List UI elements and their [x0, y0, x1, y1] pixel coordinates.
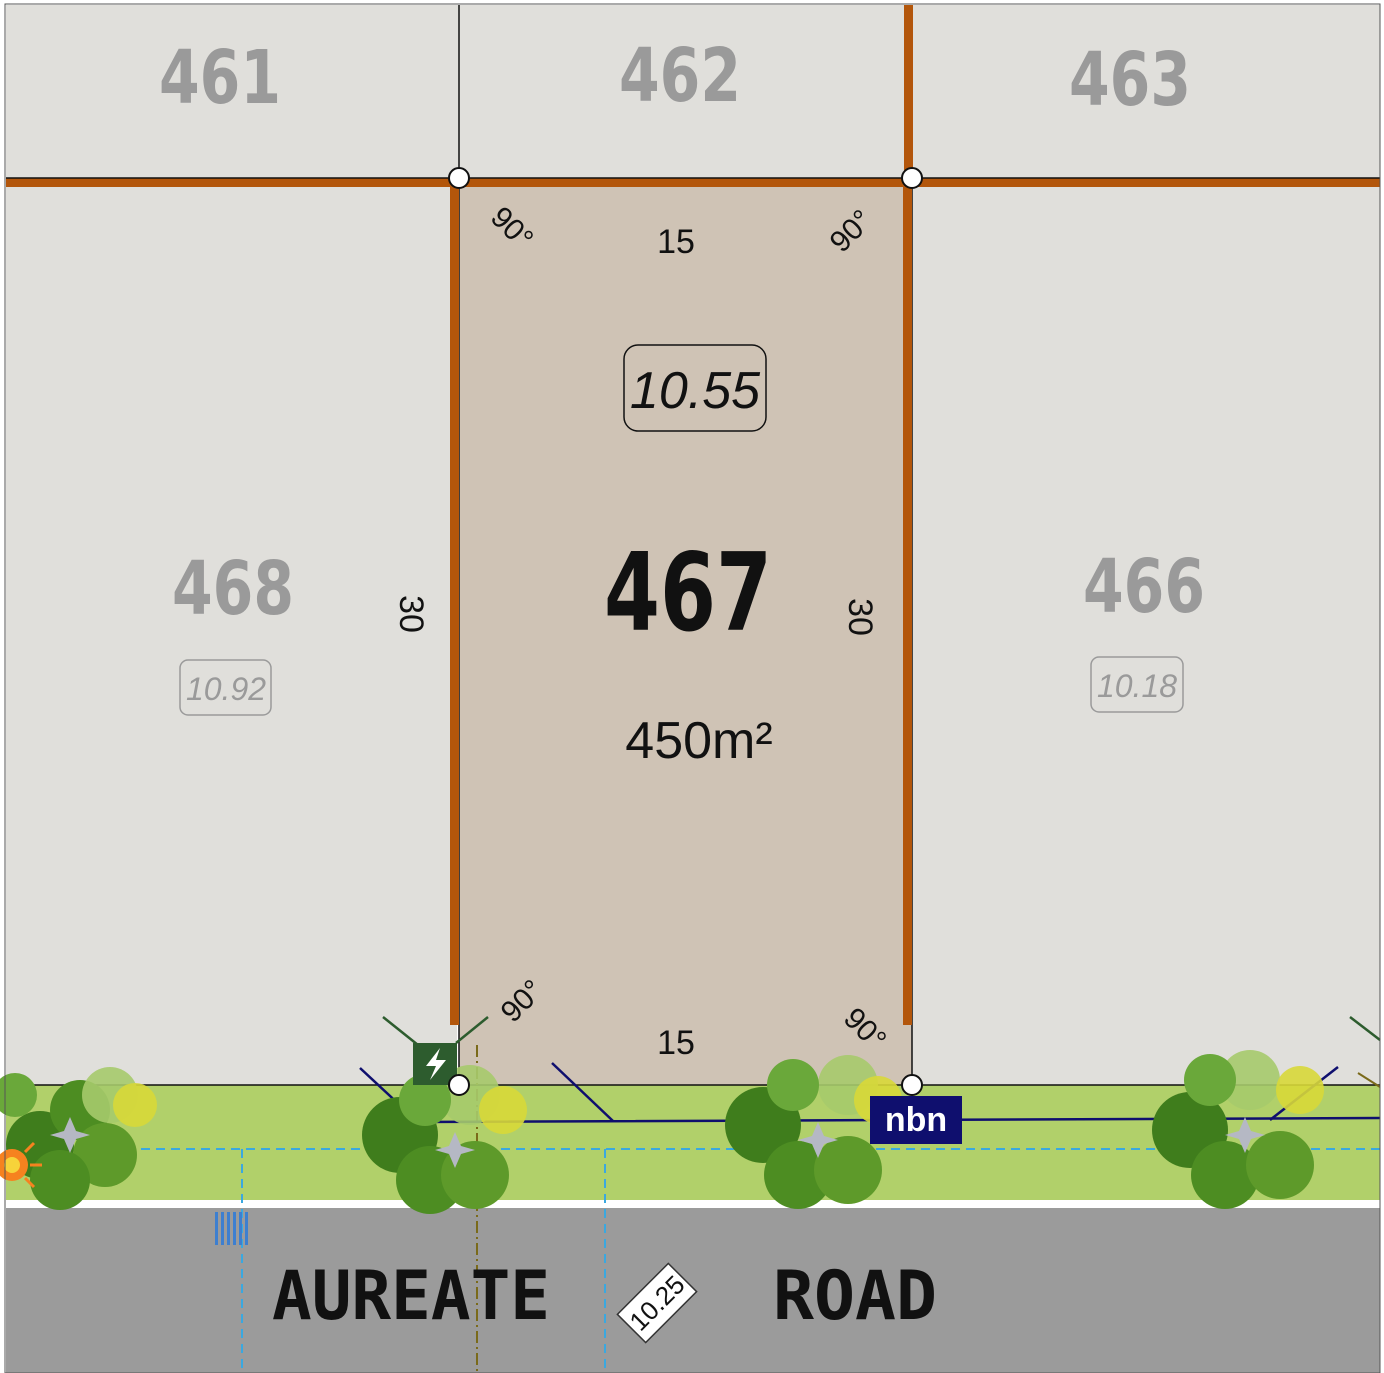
boundary-467-left-wall [450, 187, 459, 1025]
lot-number-466: 466 [1083, 544, 1205, 630]
feature-lot-area: 450m² [625, 712, 772, 770]
survey-peg-bottom-left [448, 1074, 470, 1096]
boundary-top-middle [459, 178, 912, 187]
kerb-strip [6, 1200, 1380, 1208]
level-468: 10.92 [186, 671, 266, 707]
survey-peg-top-left [448, 167, 470, 189]
level-466: 10.18 [1097, 668, 1177, 704]
lot-number-463: 463 [1069, 37, 1191, 123]
road-name-part-2: ROAD [773, 1257, 937, 1336]
boundary-top-left [6, 178, 459, 187]
dimension-bottom: 15 [657, 1024, 695, 1062]
dimension-right: 30 [841, 598, 879, 636]
lot-466-area[interactable] [912, 183, 1380, 1085]
lot-number-461: 461 [159, 35, 281, 121]
boundary-467-right-wall [903, 187, 912, 1025]
road-name-part-1: AUREATE [272, 1257, 550, 1336]
lot-468-area[interactable] [6, 183, 457, 1085]
survey-peg-top-right [901, 167, 923, 189]
boundary-461-462-wall [904, 5, 913, 178]
lot-plan-map: 461 462 463 468 466 10.92 10.18 467 450m… [0, 3, 1381, 1373]
nbn-label: nbn [885, 1101, 947, 1139]
level-467: 10.55 [630, 362, 761, 420]
feature-lot-number: 467 [604, 531, 772, 656]
lot-number-468: 468 [172, 546, 294, 632]
lot-number-462: 462 [619, 33, 741, 119]
survey-peg-bottom-right [901, 1074, 923, 1096]
dimension-left: 30 [392, 595, 430, 633]
boundary-top-right [912, 178, 1380, 187]
dimension-top: 15 [657, 223, 695, 261]
